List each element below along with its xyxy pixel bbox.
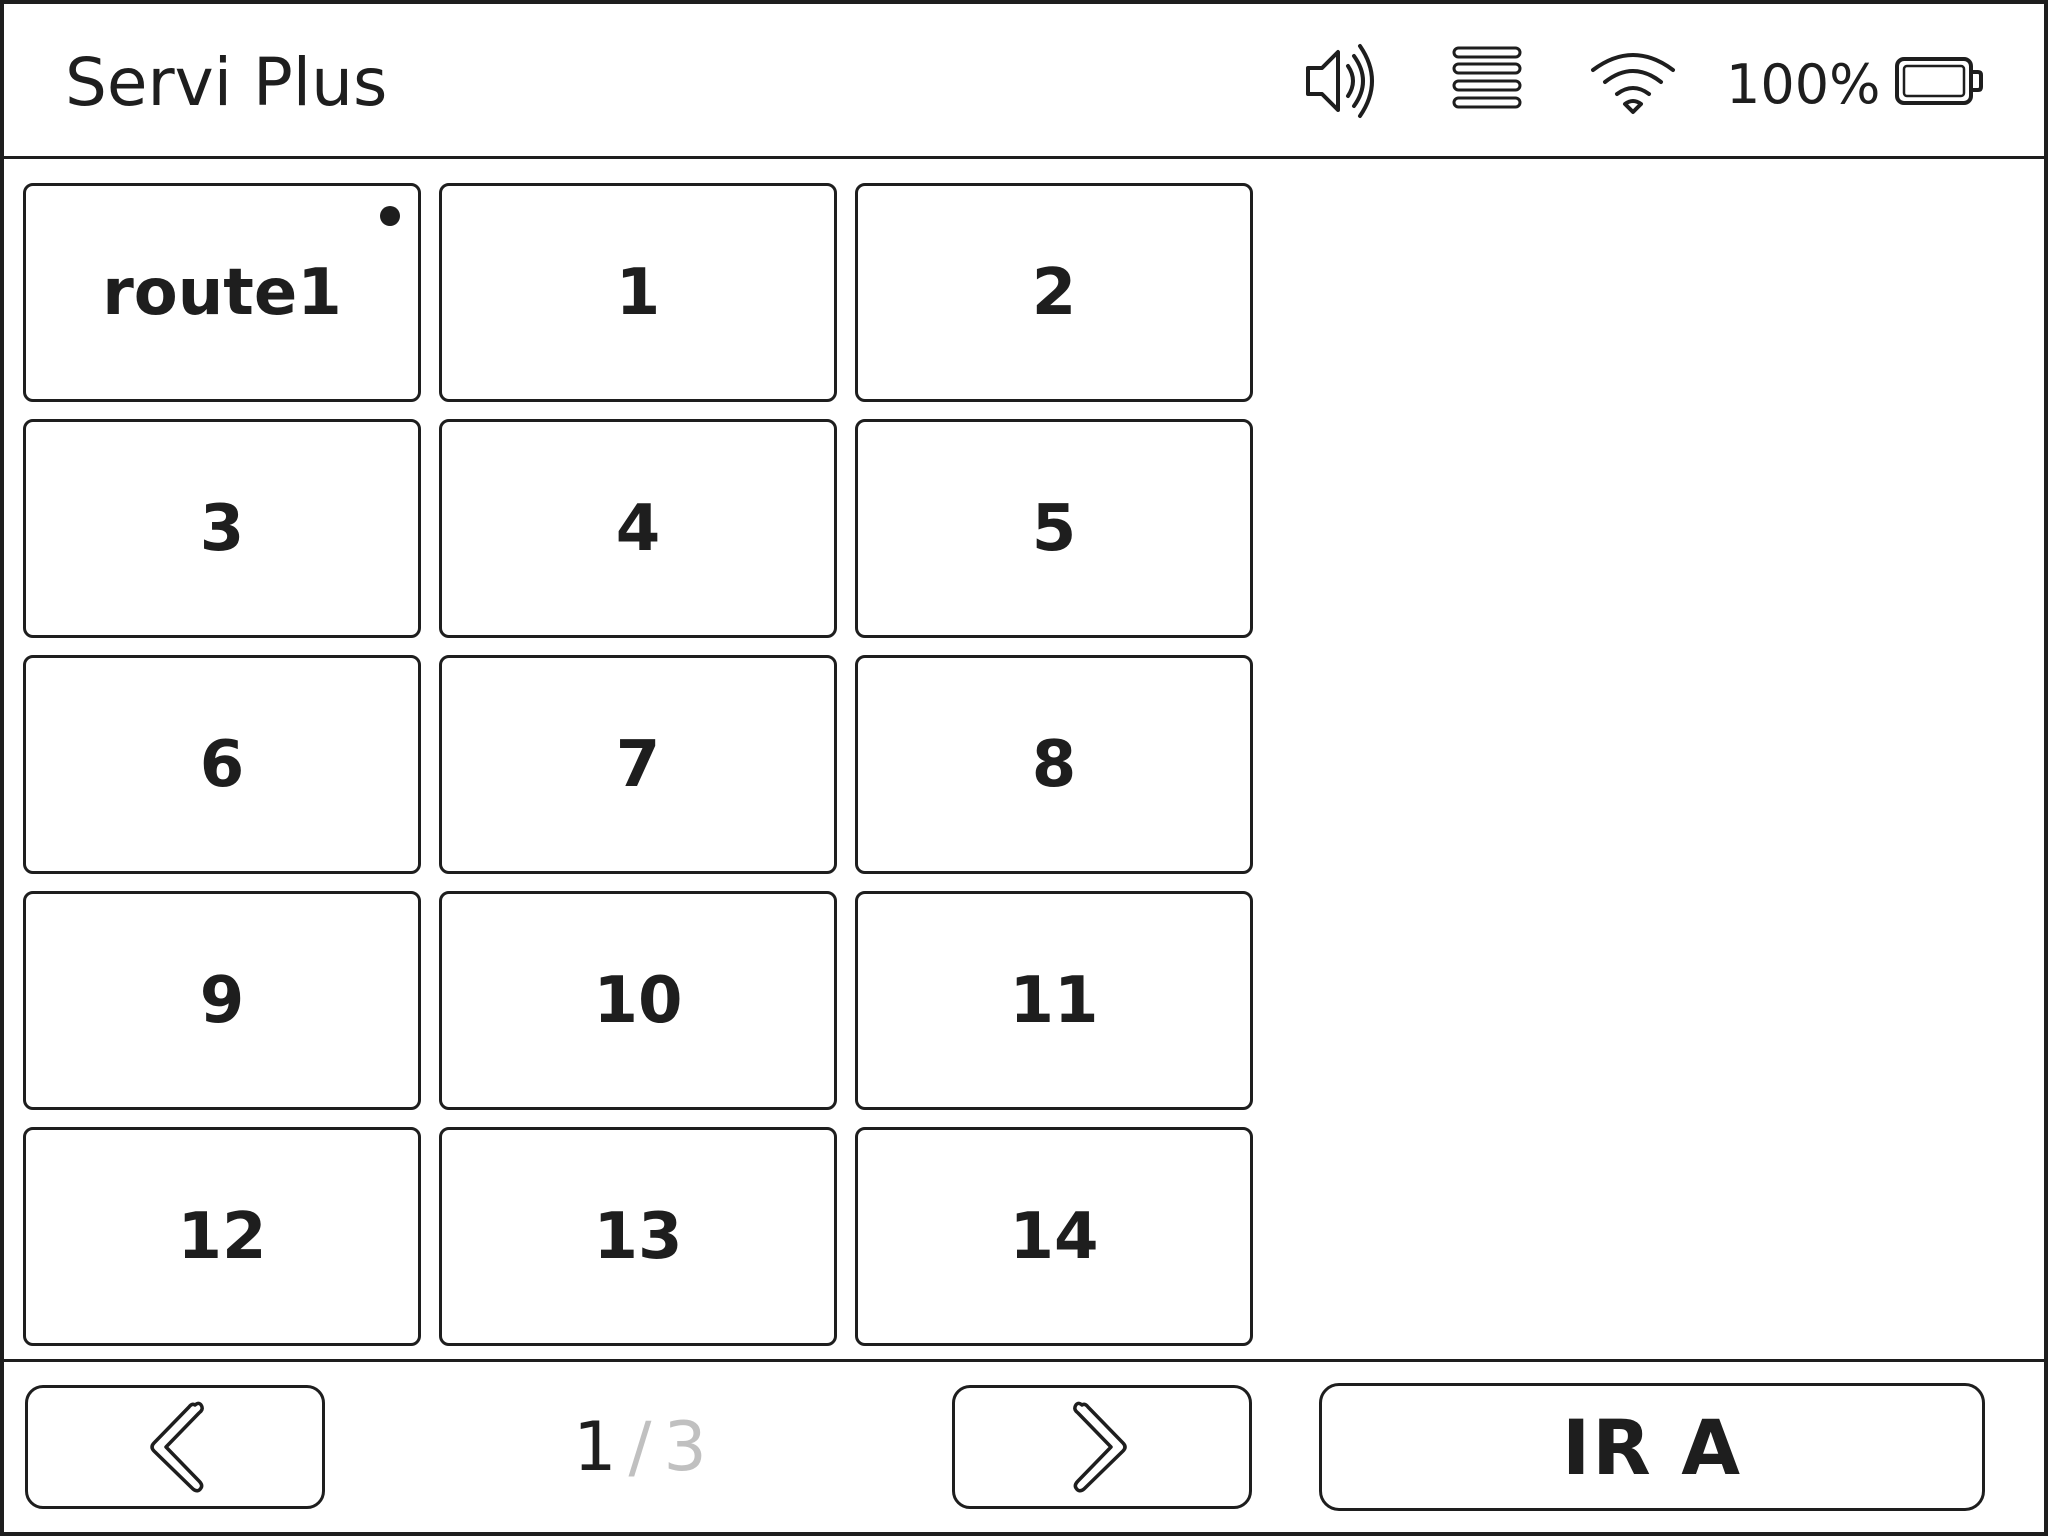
tile-3[interactable]: 3 (23, 419, 421, 638)
app-title: Servi Plus (65, 44, 388, 121)
speaker-icon[interactable] (1302, 42, 1386, 120)
page-total: 3 (663, 1408, 707, 1487)
tile-label: route1 (102, 255, 342, 330)
wifi-icon[interactable] (1588, 48, 1678, 118)
tile-5[interactable]: 5 (855, 419, 1253, 638)
tile-7[interactable]: 7 (439, 655, 837, 874)
tile-label: 14 (1009, 1199, 1099, 1274)
tile-label: 8 (1031, 727, 1077, 802)
page-current: 1 (573, 1408, 617, 1487)
tile-label: 6 (199, 727, 245, 802)
go-to-button[interactable]: IR A (1319, 1383, 1985, 1511)
page-indicator: 1 / 3 (560, 1410, 720, 1486)
tile-label: 9 (199, 963, 245, 1038)
chevron-left-icon (150, 1401, 204, 1493)
footer-divider (4, 1359, 2044, 1362)
tile-label: 2 (1031, 255, 1077, 330)
battery-percentage: 100% (1726, 53, 1881, 116)
tile-label: 13 (593, 1199, 683, 1274)
tile-13[interactable]: 13 (439, 1127, 837, 1346)
tile-8[interactable]: 8 (855, 655, 1253, 874)
tile-12[interactable]: 12 (23, 1127, 421, 1346)
tile-route1[interactable]: route1 (23, 183, 421, 402)
tile-label: 10 (593, 963, 683, 1038)
selected-indicator-dot (380, 206, 400, 226)
tile-10[interactable]: 10 (439, 891, 837, 1110)
next-page-button[interactable] (952, 1385, 1252, 1509)
tile-9[interactable]: 9 (23, 891, 421, 1110)
tile-label: 3 (199, 491, 245, 566)
tile-6[interactable]: 6 (23, 655, 421, 874)
menu-icon[interactable] (1450, 44, 1524, 116)
tile-label: 5 (1031, 491, 1077, 566)
tile-14[interactable]: 14 (855, 1127, 1253, 1346)
page-separator: / (628, 1408, 652, 1487)
tile-label: 4 (615, 491, 661, 566)
prev-page-button[interactable] (25, 1385, 325, 1509)
tile-label: 7 (615, 727, 661, 802)
header-bar: Servi Plus 100% (4, 4, 2044, 159)
tile-label: 12 (177, 1199, 267, 1274)
go-to-button-label: IR A (1561, 1402, 1743, 1492)
tile-1[interactable]: 1 (439, 183, 837, 402)
tile-2[interactable]: 2 (855, 183, 1253, 402)
chevron-right-icon (1073, 1401, 1127, 1493)
tile-label: 11 (1009, 963, 1099, 1038)
tile-label: 1 (615, 255, 661, 330)
tile-4[interactable]: 4 (439, 419, 837, 638)
tile-11[interactable]: 11 (855, 891, 1253, 1110)
battery-icon (1895, 57, 1983, 105)
